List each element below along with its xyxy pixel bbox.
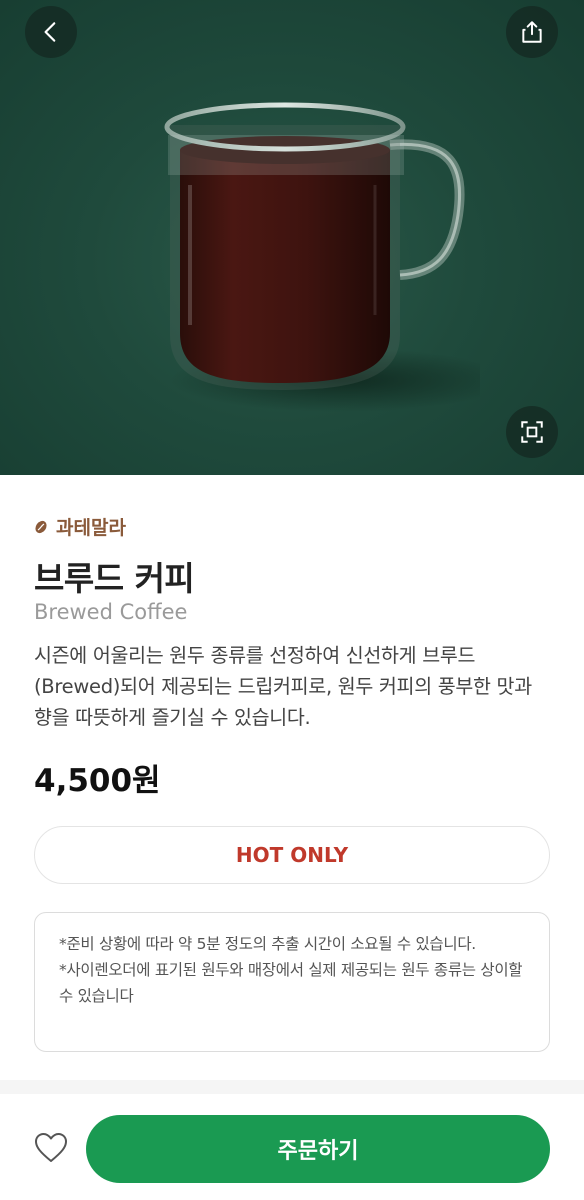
chevron-left-icon [44, 22, 56, 42]
temperature-option: HOT ONLY [34, 826, 550, 884]
expand-icon [521, 421, 543, 443]
temperature-label: HOT ONLY [235, 843, 349, 867]
notice-line: *준비 상황에 따라 약 5분 정도의 추출 시간이 소요될 수 있습니다. [59, 935, 476, 953]
notice-line: *사이렌오더에 표기된 원두와 매장에서 실제 제공되는 원두 종류는 상이할 … [59, 961, 523, 1005]
share-button[interactable] [506, 6, 558, 58]
back-button[interactable] [25, 6, 77, 58]
coffee-bean-icon [35, 520, 47, 533]
favorite-button[interactable] [34, 1132, 68, 1164]
section-divider [0, 1080, 584, 1094]
origin-label: 과테말라 [34, 513, 126, 540]
product-price: 4,500원 [34, 763, 161, 799]
product-english-name: Brewed Coffee [34, 600, 188, 624]
coffee-mug-image [164, 102, 480, 412]
origin-text: 과테말라 [56, 517, 126, 539]
product-image-area [0, 0, 584, 475]
zoom-image-button[interactable] [506, 406, 558, 458]
notice-box: *준비 상황에 따라 약 5분 정도의 추출 시간이 소요될 수 있습니다. *… [34, 912, 550, 1052]
product-name: 브루드 커피 [34, 559, 195, 598]
product-description: 시즌에 어울리는 원두 종류를 선정하여 신선하게 브루드(Brewed)되어 … [34, 644, 532, 729]
order-button[interactable]: 주문하기 [86, 1115, 550, 1183]
share-icon [522, 21, 542, 43]
